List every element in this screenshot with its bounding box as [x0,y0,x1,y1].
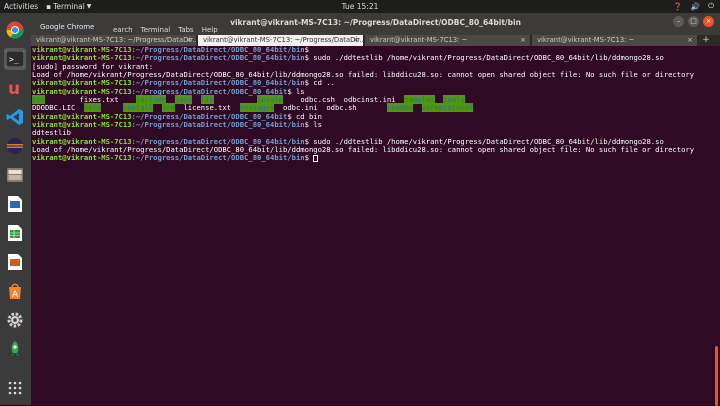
text-cursor [313,154,319,162]
tab-label: vikrant@vikrant-MS-7C13: ~/Progress/Data… [36,36,196,44]
menu-help[interactable]: Help [202,26,218,34]
impress-icon[interactable] [4,251,26,273]
ls-file: odbc.sh [326,103,357,113]
close-button[interactable]: × [703,16,714,27]
clock[interactable]: Tue 15:21 [0,2,720,11]
scrollbar-thumb[interactable] [715,346,718,406]
menu-tabs[interactable]: Tabs [178,26,194,34]
terminal-line: vikrant@vikrant-MS-7C13:~/Progress/DataD… [32,154,711,162]
top-bar: Activities ▪ Terminal ▼ Tue 15:21 ❓ 🔊 ⏻ [0,0,720,13]
tab-1[interactable]: vikrant@vikrant-MS-7C13: ~/Progress/Data… [31,35,196,46]
tab-label: vikrant@vikrant-MS-7C13: ~ [370,36,468,44]
rocket-icon[interactable] [4,338,26,360]
close-icon[interactable]: × [186,35,192,46]
calc-icon[interactable] [4,222,26,244]
menu-search[interactable]: earch [113,26,133,34]
settings-icon[interactable] [4,309,26,331]
tab-bar: vikrant@vikrant-MS-7C13: ~/Progress/Data… [31,35,720,46]
terminal-line: vikrant@vikrant-MS-7C13:~/Progress/DataD… [32,120,322,130]
eclipse-icon[interactable] [4,135,26,157]
terminal-scrollbar[interactable] [711,46,720,406]
dock: >_ u A [0,13,31,405]
svg-text:u: u [8,79,20,97]
tab-label: vikrant@vikrant-MS-7C13: ~ [537,36,635,44]
new-tab-button[interactable]: + [699,35,713,46]
status-area[interactable]: ❓ 🔊 ⏻ [673,1,714,11]
terminal-icon[interactable]: >_ [4,48,26,70]
terminal-output[interactable]: vikrant@vikrant-MS-7C13:~/Progress/DataD… [31,46,711,405]
writer-icon[interactable] [4,193,26,215]
close-icon[interactable]: × [687,35,693,46]
ls-dir: readme [386,103,413,113]
menu-terminal[interactable]: Terminal [141,26,171,34]
svg-text:A: A [12,290,19,300]
volume-icon[interactable]: 🔊 [691,2,700,11]
svg-text:>_: >_ [9,55,19,64]
tab-2[interactable]: vikrant@vikrant-MS-7C13: ~/Progress/Data… [198,35,363,46]
close-icon[interactable]: × [353,35,359,46]
close-icon[interactable]: × [520,35,526,46]
power-icon[interactable]: ⏻ [708,1,714,11]
maximize-button[interactable]: □ [688,16,699,27]
tab-label: vikrant@vikrant-MS-7C13: ~/Progress/Data… [203,36,363,44]
tab-4[interactable]: vikrant@vikrant-MS-7C13: ~ × [532,35,697,46]
help-icon[interactable]: ❓ [673,2,682,11]
tab-3[interactable]: vikrant@vikrant-MS-7C13: ~ × [365,35,530,46]
minimize-button[interactable]: – [673,16,684,27]
software-center-icon[interactable]: A [4,280,26,302]
show-apps-icon[interactable] [4,377,26,399]
files-icon[interactable] [4,164,26,186]
chrome-icon[interactable] [4,19,26,41]
ls-dir: wireprotocol [421,103,474,113]
vscode-icon[interactable] [4,106,26,128]
dock-tooltip: Google Chrome [36,22,99,33]
udemy-icon[interactable]: u [4,77,26,99]
